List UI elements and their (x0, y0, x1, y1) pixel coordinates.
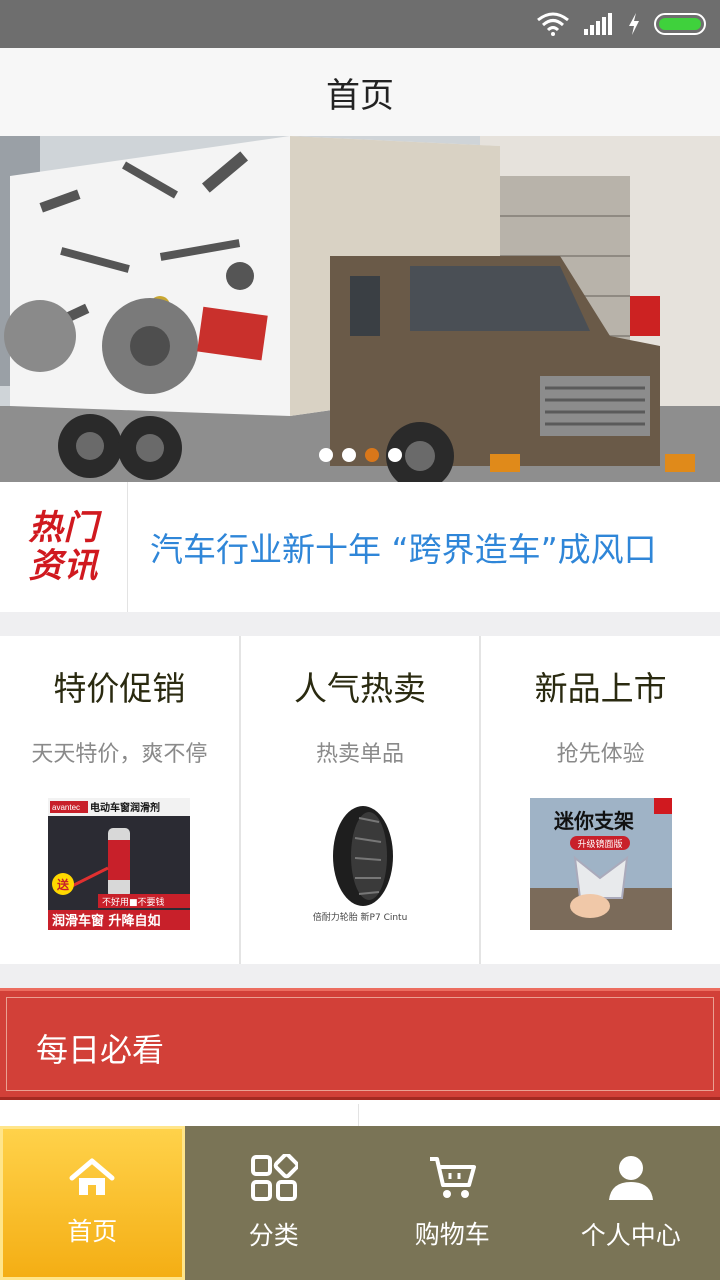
nav-label: 个人中心 (580, 1221, 681, 1250)
header: 首页 (0, 48, 720, 136)
truck-banner-image (0, 136, 720, 482)
carousel-dots[interactable] (0, 448, 720, 462)
nav-home[interactable]: 首页 (0, 1126, 185, 1280)
product-slogan: 润滑车窗 升降自如 (52, 913, 161, 929)
product-strip: 升级镜面版 (577, 838, 622, 850)
promo-card-new[interactable]: 新品上市 抢先体验 迷你支架 升级镜面版 (481, 636, 720, 964)
status-bar (0, 0, 720, 48)
product-strip: 不好用■不要钱 (102, 896, 165, 908)
phone-holder-product-image: 迷你支架 升级镜面版 (529, 798, 672, 930)
page-title: 首页 (326, 75, 394, 116)
wifi-icon (537, 12, 569, 36)
promo-grid: 特价促销 天天特价，爽不停 avantec 电动车窗润滑剂 送 不好用■不要钱 … (0, 636, 720, 964)
nav-label: 分类 (248, 1221, 299, 1250)
product-name: 电动车窗润滑剂 (90, 801, 160, 814)
home-icon (69, 1158, 115, 1195)
nav-label: 首页 (67, 1217, 118, 1246)
carousel-dot[interactable] (318, 448, 333, 462)
hot-news-headline[interactable]: 汽车行业新十年 “跨界造车”成风口 (128, 523, 657, 571)
nav-category[interactable]: 分类 (185, 1126, 364, 1280)
hot-news-logo-line1: 热门 (28, 508, 99, 548)
category-icon (250, 1154, 298, 1201)
product-brand: avantec (52, 803, 80, 812)
nav-label: 购物车 (414, 1220, 490, 1249)
signal-icon (584, 13, 612, 35)
banner-carousel[interactable] (0, 136, 720, 482)
carousel-dot[interactable] (341, 448, 356, 462)
promo-title: 新品上市 (534, 669, 667, 708)
product-caption: 倍耐力轮胎 新P7 Cintu (313, 911, 408, 923)
promo-card-sale[interactable]: 特价促销 天天特价，爽不停 avantec 电动车窗润滑剂 送 不好用■不要钱 … (0, 636, 239, 964)
promo-card-hot[interactable]: 人气热卖 热卖单品 倍耐力轮胎 新P7 Cintu (240, 636, 480, 964)
tire-product-image: 倍耐力轮胎 新P7 Cintu (289, 798, 431, 930)
charging-icon (629, 13, 639, 35)
promo-subtitle: 抢先体验 (556, 742, 645, 767)
hot-news-logo-line2: 资讯 (28, 546, 99, 586)
promo-subtitle: 天天特价，爽不停 (31, 742, 208, 767)
content-peek (0, 1100, 720, 1126)
nav-cart[interactable]: 购物车 (363, 1126, 542, 1280)
battery-icon (654, 13, 706, 35)
bottom-nav: 首页 分类 购物车 个人中心 (0, 1126, 720, 1280)
hot-news-bar[interactable]: 热门 资讯 汽车行业新十年 “跨界造车”成风口 (0, 482, 720, 612)
promo-title: 人气热卖 (294, 669, 426, 708)
product-badge: 送 (56, 877, 70, 892)
promo-subtitle: 热卖单品 (316, 742, 405, 767)
daily-label: 每日必看 (36, 1031, 165, 1069)
nav-profile[interactable]: 个人中心 (542, 1126, 720, 1280)
carousel-dot-active[interactable] (364, 448, 379, 462)
lubricant-spray-product-image: avantec 电动车窗润滑剂 送 不好用■不要钱 润滑车窗 升降自如 (48, 798, 191, 930)
hot-news-logo: 热门 资讯 (0, 482, 128, 612)
product-name: 迷你支架 (553, 809, 634, 833)
promo-title: 特价促销 (53, 669, 186, 708)
carousel-dot[interactable] (387, 448, 402, 462)
daily-must-see-banner[interactable]: 每日必看 (0, 988, 720, 1100)
cart-icon (430, 1157, 477, 1198)
user-icon (608, 1156, 653, 1200)
